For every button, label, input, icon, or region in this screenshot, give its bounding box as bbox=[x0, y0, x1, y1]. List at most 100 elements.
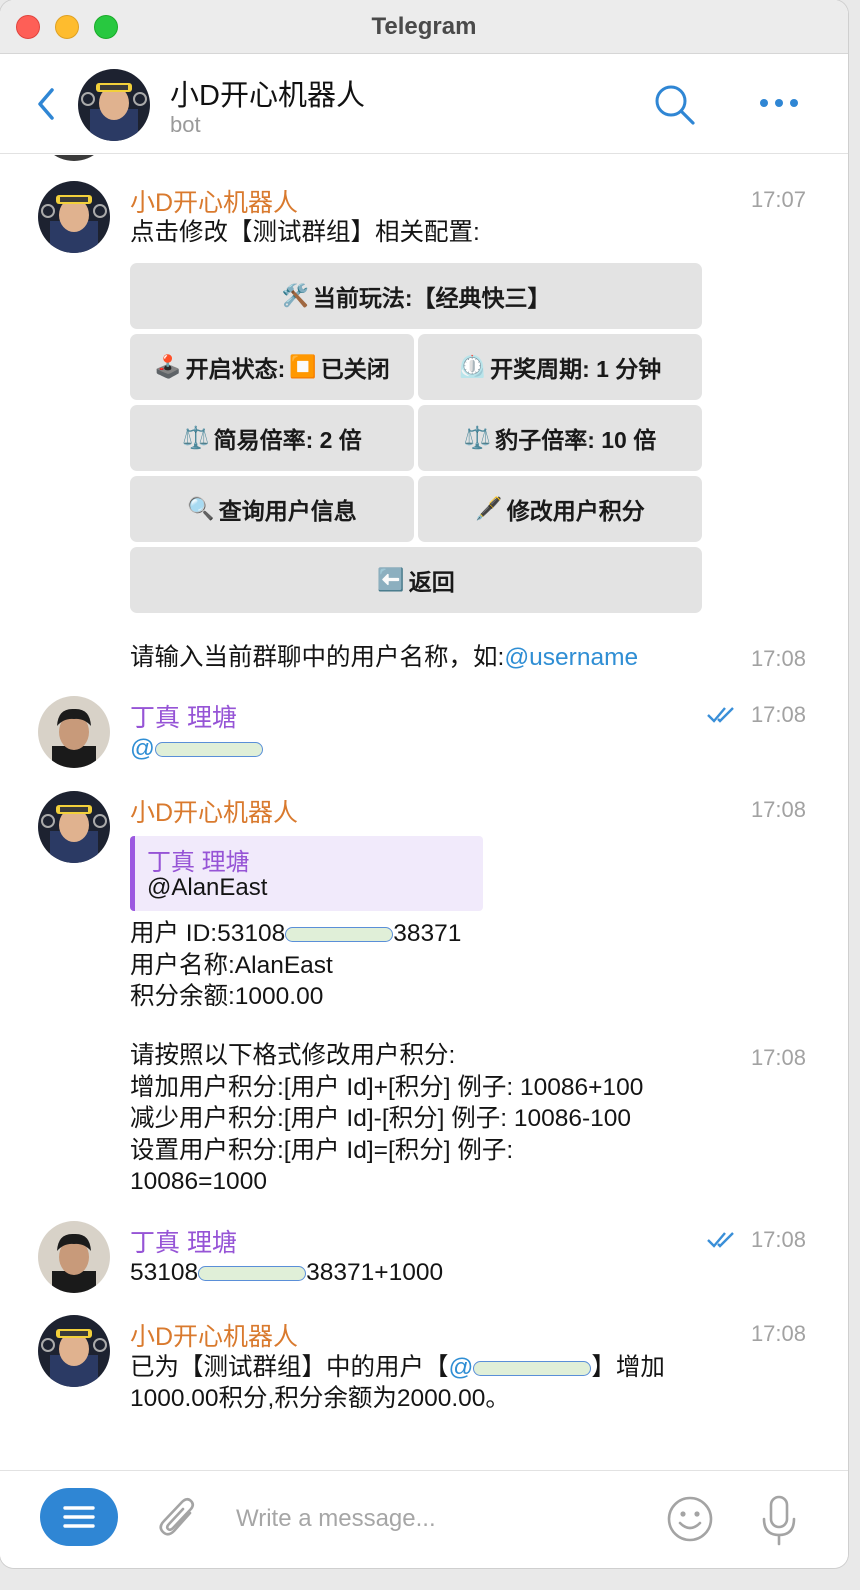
message-text: 已为【测试群组】中的用户【@ 】增加 bbox=[130, 1352, 665, 1384]
triple-multiplier-button[interactable]: ⚖️ 豹子倍率: 10 倍 bbox=[418, 405, 702, 471]
more-icon bbox=[760, 99, 798, 107]
title-bar: Telegram bbox=[0, 0, 848, 54]
message-text: 积分余额:1000.00 bbox=[130, 983, 324, 1010]
user-id-suffix: 38371 bbox=[393, 920, 462, 947]
user-id-prefix: 53108 bbox=[130, 1259, 199, 1286]
button-status-label: 已关闭 bbox=[320, 356, 390, 382]
sender-name[interactable]: 丁真 理塘 bbox=[130, 1223, 237, 1259]
enable-status-button[interactable]: 🕹️ 开启状态: ⏹️ 已关闭 bbox=[130, 334, 414, 400]
button-label: 开奖周期: 1 分钟 bbox=[490, 356, 662, 382]
message-text: 用户 ID:53108 38371 bbox=[130, 918, 461, 950]
button-label: 修改用户积分 bbox=[506, 498, 645, 524]
message-time: 17:08 bbox=[750, 1227, 806, 1252]
back-keyboard-button[interactable]: ⬅️ 返回 bbox=[130, 547, 702, 613]
chat-header: 小D开心机器人 bot bbox=[0, 54, 848, 154]
message-time: 17:08 bbox=[750, 797, 806, 822]
mention-link[interactable]: @ bbox=[449, 1354, 474, 1381]
previous-message-avatar bbox=[38, 155, 110, 161]
emoji-button[interactable] bbox=[666, 1495, 714, 1543]
joystick-icon: 🕹️ bbox=[154, 354, 182, 379]
window-title: Telegram bbox=[371, 13, 477, 40]
button-label: 查询用户信息 bbox=[218, 498, 357, 524]
username-link[interactable]: @username bbox=[504, 644, 638, 671]
message-time: 17:08 bbox=[750, 646, 806, 671]
redaction-mark bbox=[198, 1266, 307, 1282]
message-text: 减少用户积分:[用户 Id]-[积分] 例子: 10086-100 bbox=[130, 1105, 632, 1132]
voice-message-button[interactable] bbox=[760, 1493, 798, 1547]
redaction-mark bbox=[473, 1361, 592, 1377]
draw-period-button[interactable]: ⏲️ 开奖周期: 1 分钟 bbox=[418, 334, 702, 400]
read-checkmarks-icon bbox=[707, 707, 734, 723]
message-list[interactable]: 小D开心机器人 17:07 点击修改【测试群组】相关配置: 🛠️ 当前玩法:【经… bbox=[0, 155, 848, 1470]
message-text: @ bbox=[130, 733, 263, 765]
bot-avatar[interactable] bbox=[38, 791, 110, 863]
user-avatar[interactable] bbox=[38, 1221, 110, 1293]
scales-icon: ⚖️ bbox=[463, 425, 492, 450]
menu-icon bbox=[63, 1506, 95, 1528]
reply-quote[interactable]: 丁真 理塘 @AlanEast bbox=[130, 836, 483, 911]
simple-multiplier-button[interactable]: ⚖️ 简易倍率: 2 倍 bbox=[130, 405, 414, 471]
scales-icon: ⚖️ bbox=[182, 425, 210, 450]
message-time: 17:08 bbox=[750, 1321, 806, 1346]
user-avatar[interactable] bbox=[38, 696, 110, 768]
message-text: 点击修改【测试群组】相关配置: bbox=[130, 219, 480, 246]
message-text-part: 】增加 bbox=[591, 1354, 665, 1381]
back-button[interactable] bbox=[30, 84, 66, 124]
more-options-button[interactable] bbox=[756, 90, 802, 116]
quote-text: @AlanEast bbox=[147, 874, 268, 901]
button-label: 豹子倍率: 10 倍 bbox=[495, 427, 657, 453]
message-time: 17:07 bbox=[750, 187, 806, 212]
message-text-body: 请输入当前群聊中的用户名称，如: bbox=[130, 644, 505, 671]
message-time: 17:08 bbox=[750, 1045, 806, 1070]
paperclip-icon bbox=[159, 1497, 195, 1536]
search-icon bbox=[655, 85, 695, 125]
edit-user-points-button[interactable]: 🖋️ 修改用户积分 bbox=[418, 476, 702, 542]
microphone-icon bbox=[762, 1495, 796, 1546]
message-text: 增加用户积分:[用户 Id]+[积分] 例子: 10086+100 bbox=[130, 1074, 644, 1101]
message-text: 设置用户积分:[用户 Id]=[积分] 例子: bbox=[130, 1137, 514, 1164]
search-button[interactable] bbox=[652, 82, 696, 126]
message-composer bbox=[0, 1470, 848, 1568]
message-text: 10086=1000 bbox=[130, 1168, 267, 1195]
message-text: 请按照以下格式修改用户积分: bbox=[130, 1042, 456, 1069]
message-input[interactable] bbox=[236, 1499, 636, 1539]
timer-icon: ⏲️ bbox=[458, 354, 487, 379]
user-id-suffix: 38371+1000 bbox=[306, 1259, 444, 1286]
chat-title: 小D开心机器人 bbox=[170, 80, 365, 112]
message-text: 53108 38371+1000 bbox=[130, 1257, 443, 1289]
sender-name[interactable]: 小D开心机器人 bbox=[130, 183, 298, 219]
message-text-part: 已为【测试群组】中的用户【 bbox=[130, 1354, 449, 1381]
read-checkmarks-icon bbox=[707, 1232, 734, 1248]
sender-name[interactable]: 丁真 理塘 bbox=[130, 698, 237, 734]
button-label: 开启状态: bbox=[185, 356, 286, 382]
button-label: 返回 bbox=[408, 569, 455, 595]
user-id-prefix: 用户 ID:53108 bbox=[130, 920, 286, 947]
mention-link[interactable]: @ bbox=[130, 735, 155, 762]
stop-icon: ⏹️ bbox=[289, 354, 317, 379]
message-text: 请输入当前群聊中的用户名称，如:@username bbox=[130, 642, 638, 674]
bot-avatar[interactable] bbox=[38, 181, 110, 253]
pen-icon: 🖋️ bbox=[475, 496, 503, 521]
query-user-info-button[interactable]: 🔍 查询用户信息 bbox=[130, 476, 414, 542]
message-time: 17:08 bbox=[750, 702, 806, 727]
magnifier-icon: 🔍 bbox=[187, 496, 215, 521]
sender-name[interactable]: 小D开心机器人 bbox=[130, 793, 298, 829]
tools-icon: 🛠️ bbox=[281, 283, 309, 308]
message-text: 用户名称:AlanEast bbox=[130, 952, 333, 979]
smiley-icon bbox=[667, 1496, 713, 1542]
redaction-mark bbox=[285, 927, 394, 943]
message-text: 1000.00积分,积分余额为2000.00。 bbox=[130, 1385, 510, 1412]
button-label: 当前玩法:【经典快三】 bbox=[312, 285, 551, 311]
current-game-mode-button[interactable]: 🛠️ 当前玩法:【经典快三】 bbox=[130, 263, 702, 329]
button-label: 简易倍率: 2 倍 bbox=[213, 427, 362, 453]
quote-sender: 丁真 理塘 bbox=[147, 849, 250, 876]
attach-button[interactable] bbox=[156, 1495, 200, 1543]
sender-name[interactable]: 小D开心机器人 bbox=[130, 1317, 298, 1353]
left-arrow-icon: ⬅️ bbox=[377, 567, 405, 592]
chat-status: bot bbox=[170, 112, 201, 137]
bot-avatar[interactable] bbox=[38, 1315, 110, 1387]
redaction-mark bbox=[154, 742, 263, 758]
bot-menu-button[interactable] bbox=[40, 1488, 118, 1546]
telegram-window: Telegram 小D开心机器人 bot 小D开心机器人 17:07 点击修改【… bbox=[0, 0, 848, 1568]
bot-avatar[interactable] bbox=[78, 69, 150, 141]
